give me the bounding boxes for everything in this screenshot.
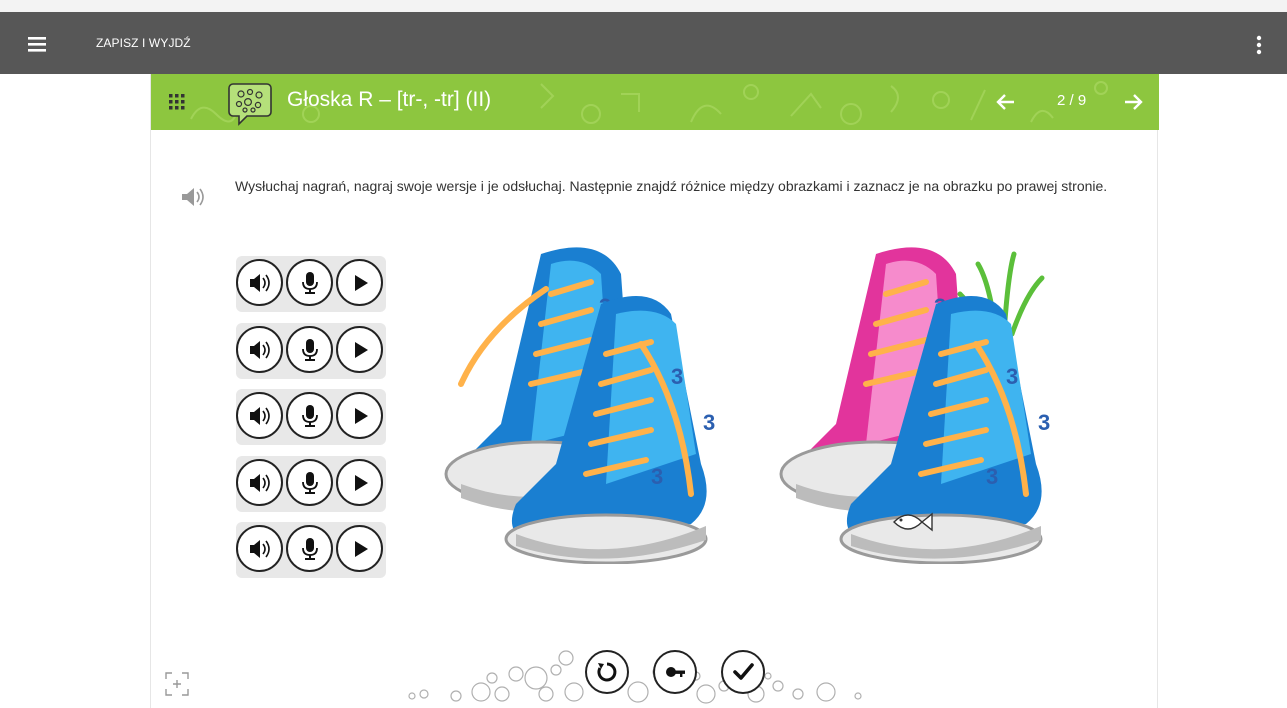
reset-button[interactable]	[585, 650, 629, 694]
more-options-icon[interactable]	[1249, 32, 1269, 58]
fullscreen-icon[interactable]	[163, 670, 191, 698]
listen-icon	[250, 340, 270, 359]
hamburger-menu-icon[interactable]	[24, 30, 52, 58]
listen-icon	[250, 540, 270, 558]
audio-row	[236, 522, 386, 578]
exercise-toolbar	[151, 634, 1159, 708]
check-icon	[733, 663, 754, 680]
svg-text:3: 3	[1006, 364, 1018, 389]
microphone-icon	[302, 471, 318, 494]
record-button[interactable]	[286, 392, 333, 439]
play-recording-button[interactable]	[336, 458, 383, 506]
record-button[interactable]	[286, 259, 333, 306]
key-icon	[666, 667, 685, 677]
play-recording-button[interactable]	[336, 325, 383, 373]
app-bar: ZAPISZ I WYJDŹ	[0, 12, 1287, 74]
microphone-icon	[302, 405, 318, 427]
audio-row	[236, 322, 386, 379]
lessons-grid-icon[interactable]	[167, 92, 187, 112]
instruction-speaker-icon[interactable]	[179, 184, 205, 210]
play-recording-button[interactable]	[336, 525, 383, 572]
svg-text:3: 3	[651, 464, 663, 489]
audio-row	[236, 455, 386, 512]
reset-icon	[597, 662, 617, 682]
listen-button[interactable]	[236, 458, 283, 506]
listen-button[interactable]	[236, 392, 283, 439]
lesson-header: Głoska R – [tr-, -tr] (II) 2 / 9	[151, 74, 1159, 130]
listen-button[interactable]	[236, 259, 283, 306]
microphone-icon	[302, 538, 318, 560]
check-button[interactable]	[721, 650, 765, 694]
svg-text:3: 3	[671, 364, 683, 389]
microphone-icon	[302, 272, 318, 294]
audio-row	[236, 256, 386, 312]
listen-icon	[250, 473, 270, 492]
record-button[interactable]	[286, 325, 333, 373]
play-icon	[355, 408, 368, 424]
right-sneakers-picture[interactable]: 3 3 3 3	[776, 234, 1106, 564]
page-counter: 2 / 9	[1057, 92, 1087, 109]
play-icon	[355, 275, 368, 291]
listen-button[interactable]	[236, 525, 283, 572]
lesson-title: Głoska R – [tr-, -tr] (II)	[287, 88, 492, 111]
show-answers-button[interactable]	[653, 650, 697, 694]
audio-row	[236, 389, 386, 445]
svg-text:3: 3	[986, 464, 998, 489]
listen-button[interactable]	[236, 325, 283, 373]
play-recording-button[interactable]	[336, 392, 383, 439]
play-icon	[355, 474, 368, 491]
record-button[interactable]	[286, 458, 333, 506]
svg-text:3: 3	[703, 410, 715, 435]
save-and-exit-button[interactable]: ZAPISZ I WYJDŹ	[96, 36, 191, 50]
previous-page-arrow-icon[interactable]	[994, 90, 1018, 114]
svg-text:3: 3	[1038, 410, 1050, 435]
listen-icon	[250, 407, 270, 425]
play-icon	[355, 341, 368, 358]
left-sneakers-picture: 3 3 3 3	[444, 247, 715, 564]
speech-bubble-icon	[228, 83, 272, 126]
play-recording-button[interactable]	[336, 259, 383, 306]
lesson-page: Głoska R – [tr-, -tr] (II) 2 / 9 Wysłuch…	[150, 74, 1159, 708]
audio-recording-rows	[236, 256, 386, 589]
play-icon	[355, 541, 368, 557]
exercise-instruction: Wysłuchaj nagrań, nagraj swoje wersje i …	[235, 178, 1108, 194]
listen-icon	[250, 274, 270, 292]
record-button[interactable]	[286, 525, 333, 572]
microphone-icon	[302, 338, 318, 361]
browser-top-strip	[0, 0, 1287, 12]
next-page-arrow-icon[interactable]	[1121, 90, 1145, 114]
